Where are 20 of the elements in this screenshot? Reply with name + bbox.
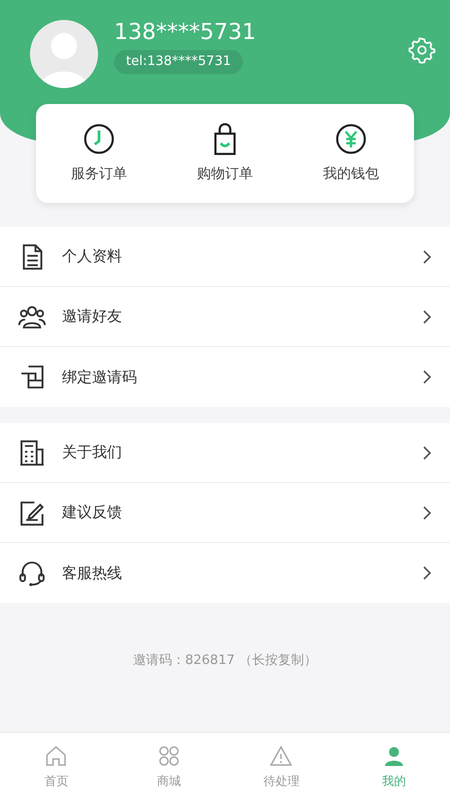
shortcut-item[interactable]: 购物订单 [162, 122, 288, 185]
home-icon [44, 744, 68, 768]
chevron-right-icon [422, 506, 432, 520]
chevron-right-icon [422, 370, 432, 384]
username: 138****5731 [114, 20, 257, 46]
edit-icon [18, 498, 46, 526]
yen-coin-icon [334, 122, 368, 156]
shortcut-item[interactable]: 我的钱包 [288, 122, 414, 185]
headset-icon [18, 559, 46, 587]
warning-icon [269, 744, 294, 768]
building-icon [18, 438, 46, 466]
chevron-right-icon [422, 250, 432, 264]
settings-icon[interactable] [408, 36, 436, 64]
chevron-right-icon [422, 566, 432, 580]
shortcut-item[interactable]: 服务订单 [36, 122, 162, 185]
chevron-right-icon [422, 310, 432, 324]
phone-number: tel:138****5731 [114, 50, 243, 74]
clock-icon [82, 122, 116, 156]
grid-circles-icon [156, 744, 181, 768]
chevron-right-icon [422, 446, 432, 460]
